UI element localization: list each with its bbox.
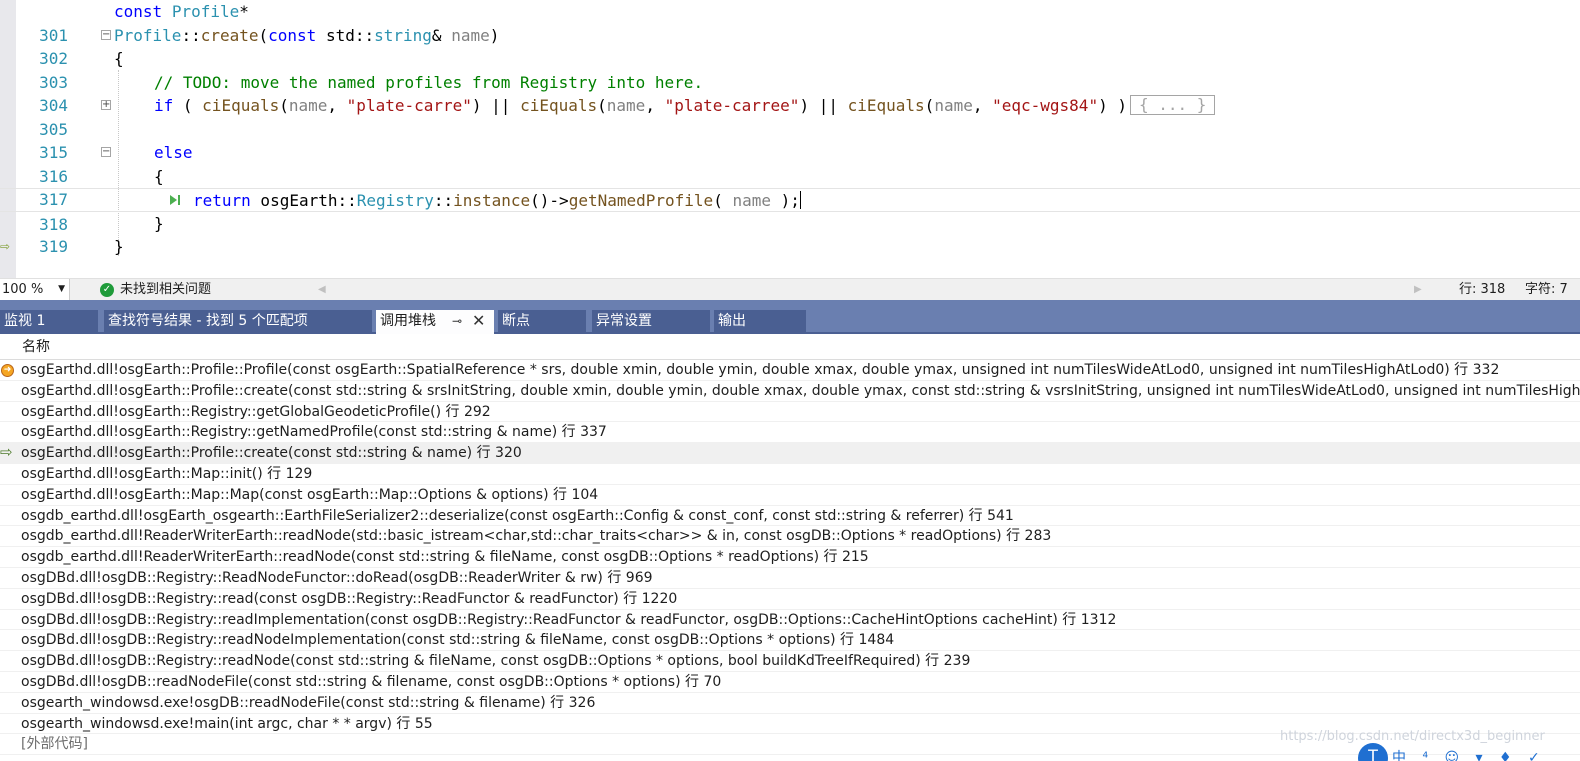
tab-output[interactable]: 输出 bbox=[714, 310, 806, 334]
call-stack-grid: 名称 ➜ osgEarthd.dll!osgEarth::Profile::Pro… bbox=[0, 336, 1580, 761]
editor-status-strip: 100 % ▼ ✓ 未找到相关问题 ◀ ▶ 行: 318 字符: 7 bbox=[0, 278, 1580, 300]
code-line-303[interactable]: 303 { bbox=[0, 47, 1580, 92]
ime-toolbar[interactable]: T 中 ⁴ ☺ ▾ ♦ ✓ bbox=[1356, 741, 1576, 761]
chevron-down-icon: ▼ bbox=[58, 284, 65, 294]
run-to-cursor-icon[interactable] bbox=[170, 195, 177, 205]
stack-frame-row[interactable]: osgDBd.dll!osgDB::Registry::ReadNodeFunc… bbox=[0, 568, 1580, 589]
line-indicator: 行: 318 bbox=[1459, 282, 1506, 297]
scroll-left-icon[interactable]: ◀ bbox=[318, 279, 326, 300]
char-indicator: 字符: 7 bbox=[1525, 282, 1568, 297]
zoom-value: 100 % bbox=[2, 282, 44, 297]
tool-window-tabs: 监视 1 查找符号结果 - 找到 5 个匹配项 调用堆栈 ⊸ ✕ 断点 异常设置… bbox=[0, 300, 1580, 334]
current-frame-arrow-icon: ➜ bbox=[1, 364, 14, 377]
stack-frame-row[interactable]: osgearth_windowsd.exe!osgDB::readNodeFil… bbox=[0, 693, 1580, 714]
code-editor[interactable]: 301 const Profile* 302 − Profile::create… bbox=[0, 0, 1580, 278]
pin-icon[interactable]: ⊸ bbox=[452, 310, 462, 332]
ime-logo-icon: T bbox=[1358, 743, 1388, 761]
tab-find-symbol-results[interactable]: 查找符号结果 - 找到 5 个匹配项 bbox=[104, 310, 372, 334]
stack-frame-row[interactable]: osgEarthd.dll!osgEarth::Registry::getNam… bbox=[0, 422, 1580, 444]
code-line-315[interactable]: 315 bbox=[0, 118, 1580, 162]
stack-frame-row[interactable]: osgDBd.dll!osgDB::Registry::readNodeImpl… bbox=[0, 630, 1580, 652]
tab-exception-settings[interactable]: 异常设置 bbox=[592, 310, 710, 334]
check-circle-icon: ✓ bbox=[100, 283, 114, 297]
issues-status[interactable]: 未找到相关问题 bbox=[120, 279, 211, 300]
code-line-319[interactable]: 319 } bbox=[0, 212, 1580, 257]
zoom-dropdown[interactable]: 100 % ▼ bbox=[0, 279, 70, 300]
code-line-320[interactable]: ⇨ 320 } bbox=[0, 235, 1580, 259]
call-return-arrow-icon: ⇨ bbox=[0, 236, 10, 255]
stack-frame-row[interactable]: osgDBd.dll!osgDB::Registry::readNode(con… bbox=[0, 651, 1580, 672]
stack-frame-row[interactable]: osgEarthd.dll!osgEarth::Profile::create(… bbox=[0, 381, 1580, 402]
tab-call-stack[interactable]: 调用堆栈 ⊸ ✕ bbox=[376, 310, 494, 334]
collapse-icon[interactable]: − bbox=[101, 147, 111, 157]
stack-frame-row[interactable]: osgEarthd.dll!osgEarth::Registry::getGlo… bbox=[0, 402, 1580, 423]
code-line-301[interactable]: 301 const Profile* bbox=[0, 0, 1580, 45]
code-line-321[interactable]: 321 bbox=[0, 259, 1580, 279]
stack-frame-row[interactable]: ➜ osgEarthd.dll!osgEarth::Profile::Profil… bbox=[0, 360, 1580, 381]
close-icon[interactable]: ✕ bbox=[472, 310, 485, 332]
stack-frame-row[interactable]: osgEarthd.dll!osgEarth::Map::Map(const o… bbox=[0, 485, 1580, 506]
collapse-icon[interactable]: − bbox=[101, 29, 111, 40]
stack-frame-row[interactable]: osgdb_earthd.dll!ReaderWriterEarth::read… bbox=[0, 526, 1580, 548]
code-line-304[interactable]: 304 // TODO: move the named profiles fro… bbox=[0, 71, 1580, 116]
stack-frame-row[interactable]: osgDBd.dll!osgDB::readNodeFile(const std… bbox=[0, 672, 1580, 693]
tab-watch[interactable]: 监视 1 bbox=[0, 310, 98, 334]
code-line-302[interactable]: 302 − Profile::create(const std::string&… bbox=[0, 24, 1580, 69]
text-caret bbox=[799, 191, 801, 209]
stack-frame-row[interactable]: osgEarthd.dll!osgEarth::Map::init() 行 12… bbox=[0, 464, 1580, 485]
stack-frame-row[interactable]: osgdb_earthd.dll!ReaderWriterEarth::read… bbox=[0, 547, 1580, 568]
scroll-right-icon[interactable]: ▶ bbox=[1414, 279, 1422, 300]
code-line-318[interactable]: 318 return osgEarth::Registry::instance(… bbox=[0, 188, 1580, 234]
collapsed-block-badge[interactable]: { ... } bbox=[1129, 95, 1216, 115]
run-to-cursor-bar bbox=[178, 195, 180, 205]
stack-frame-row[interactable]: osgdb_earthd.dll!osgEarth_osgearth::Eart… bbox=[0, 506, 1580, 527]
expand-icon[interactable]: + bbox=[101, 100, 111, 110]
code-line-305[interactable]: 305 + if ( ciEquals(name, "plate-carre")… bbox=[0, 94, 1580, 139]
code-line-316[interactable]: 316 − else bbox=[0, 141, 1580, 186]
stack-frame-row[interactable]: osgDBd.dll!osgDB::Registry::read(const o… bbox=[0, 589, 1580, 610]
stack-frame-row[interactable]: osgDBd.dll!osgDB::Registry::readImplemen… bbox=[0, 610, 1580, 631]
stack-frame-row-selected[interactable]: ⇨ osgEarthd.dll!osgEarth::Profile::create… bbox=[0, 443, 1580, 464]
column-header-name[interactable]: 名称 bbox=[0, 336, 1580, 360]
ime-toolbar-icons[interactable]: 中 ⁴ ☺ ▾ ♦ ✓ bbox=[1392, 747, 1546, 761]
tab-breakpoints[interactable]: 断点 bbox=[498, 310, 586, 334]
call-return-arrow-icon: ⇨ bbox=[0, 443, 13, 462]
code-line-317[interactable]: 317 { bbox=[0, 165, 1580, 210]
